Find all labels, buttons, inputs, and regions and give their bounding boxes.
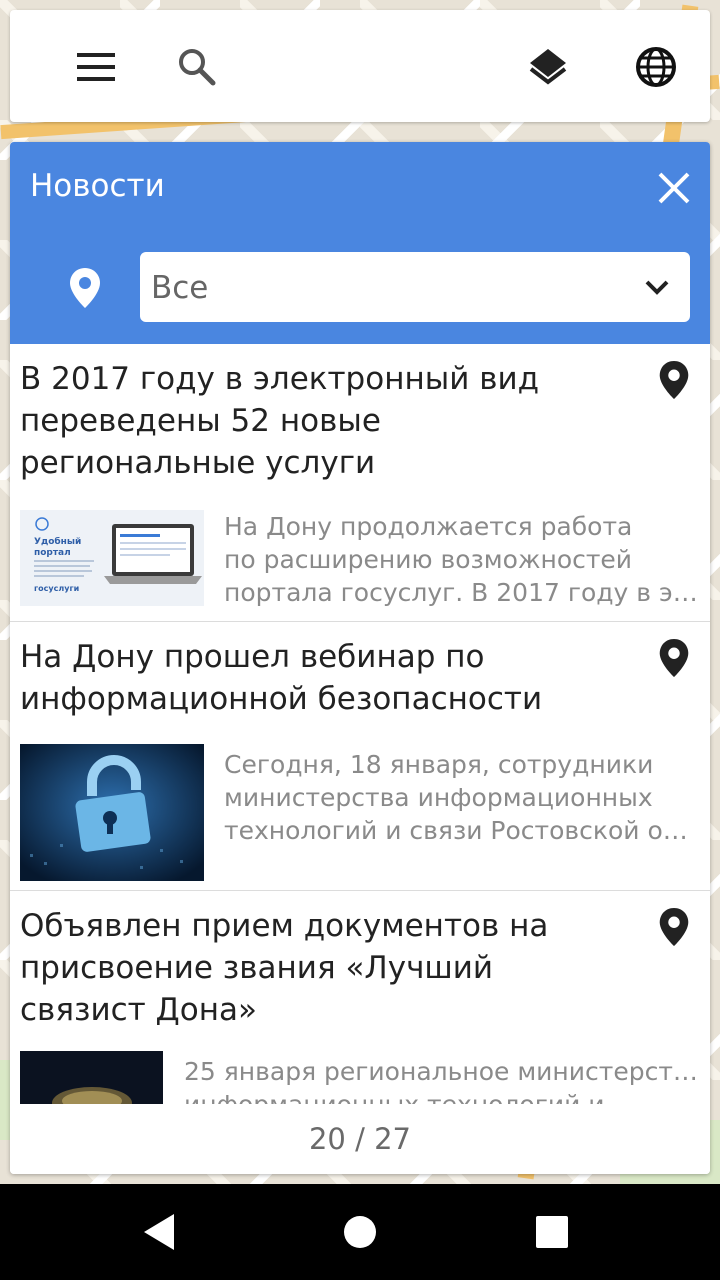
svg-text:портал: портал — [34, 548, 71, 558]
close-icon — [658, 172, 690, 204]
chevron-down-icon — [645, 280, 669, 295]
news-thumbnail: Удобный портал госуслуги — [20, 510, 204, 606]
location-pin-icon — [659, 638, 689, 678]
layers-icon — [529, 49, 567, 85]
show-on-map-button[interactable] — [652, 358, 696, 402]
home-icon — [344, 1216, 376, 1248]
news-title: Объявлен прием документов на присвоение … — [20, 908, 549, 1028]
location-pin-icon — [70, 268, 100, 308]
region-select[interactable]: Все — [140, 252, 690, 322]
news-panel: Новости Все В 2017 году в электронный ви… — [10, 142, 710, 1174]
location-filter-button[interactable] — [62, 260, 108, 316]
news-snippet: 25 января региональное министерство инфо… — [184, 1057, 698, 1104]
news-title: На Дону прошел вебинар по информационной… — [20, 639, 543, 717]
menu-icon — [77, 53, 115, 81]
news-title: В 2017 году в электронный вид переведены… — [20, 361, 540, 481]
search-button[interactable] — [170, 40, 224, 94]
back-icon — [144, 1214, 174, 1250]
top-toolbar — [10, 10, 710, 122]
show-on-map-button[interactable] — [652, 905, 696, 949]
back-button[interactable] — [130, 1206, 190, 1258]
news-list[interactable]: В 2017 году в электронный вид переведены… — [10, 344, 710, 1104]
location-pin-icon — [659, 360, 689, 400]
language-button[interactable] — [629, 40, 683, 94]
region-select-value: Все — [151, 270, 209, 306]
home-button[interactable] — [330, 1206, 390, 1258]
recents-button[interactable] — [522, 1206, 582, 1258]
thumb-brand: госуслуги — [34, 584, 79, 593]
show-on-map-button[interactable] — [652, 636, 696, 680]
news-snippet: Сегодня, 18 января, сотрудники министерс… — [224, 750, 698, 845]
panel-title: Новости — [30, 168, 165, 204]
news-snippet: На Дону продолжается работа по расширени… — [224, 512, 698, 607]
news-thumbnail — [20, 744, 204, 881]
menu-button[interactable] — [69, 40, 123, 94]
security-lock-image — [20, 744, 204, 881]
close-button[interactable] — [650, 164, 698, 212]
news-item[interactable]: В 2017 году в электронный вид переведены… — [10, 344, 710, 622]
award-image — [20, 1051, 163, 1104]
recents-icon — [536, 1216, 568, 1248]
portal-laptop-image: Удобный портал госуслуги — [20, 510, 204, 606]
news-panel-header: Новости Все — [10, 142, 710, 344]
news-thumbnail — [20, 1051, 163, 1104]
news-item[interactable]: Объявлен прием документов на присвоение … — [10, 891, 710, 1104]
globe-icon — [636, 47, 676, 87]
pagination-counter: 20 / 27 — [10, 1104, 710, 1174]
system-navigation-bar — [0, 1184, 720, 1280]
news-item[interactable]: На Дону прошел вебинар по информационной… — [10, 622, 710, 891]
search-icon — [179, 49, 216, 86]
location-pin-icon — [659, 907, 689, 947]
thumb-heading: Удобный — [34, 536, 81, 547]
layers-button[interactable] — [521, 40, 575, 94]
